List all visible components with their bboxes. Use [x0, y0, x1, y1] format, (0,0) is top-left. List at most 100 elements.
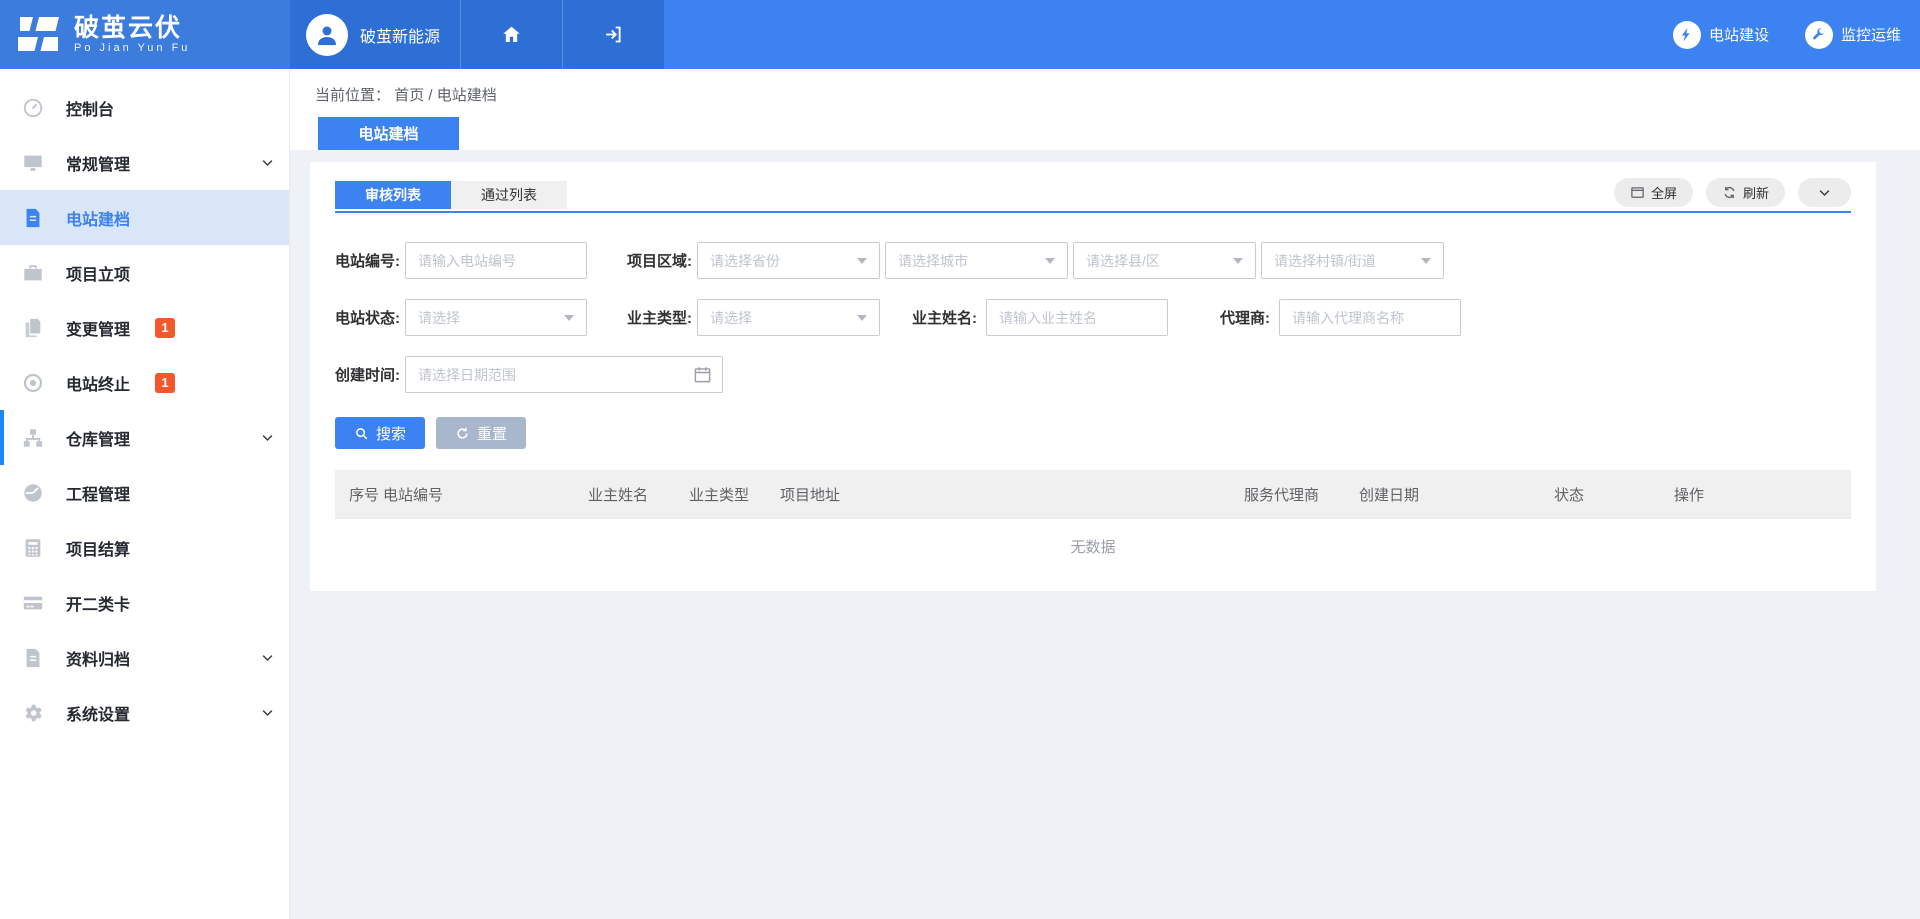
col-project-address: 项目地址 [780, 484, 1244, 505]
search-button[interactable]: 搜索 [335, 417, 425, 449]
owner-name-label: 业主姓名: [912, 307, 986, 328]
sidebar: 控制台 常规管理 电站建档 项目立项 [0, 69, 290, 919]
breadcrumb-home-link[interactable]: 首页 [394, 87, 424, 104]
caret-down-icon [857, 315, 867, 321]
refresh-icon [1722, 185, 1737, 200]
user-icon [314, 22, 340, 48]
caret-down-icon [564, 315, 574, 321]
station-status-select[interactable]: 请选择 [405, 299, 587, 336]
gear-icon [22, 702, 44, 724]
date-range-input[interactable] [405, 356, 723, 393]
avatar [306, 14, 348, 56]
breadcrumb-label: 当前位置： [315, 87, 390, 104]
city-select[interactable]: 请选择城市 [885, 242, 1068, 279]
col-actions: 操作 [1674, 484, 1851, 505]
agent-label: 代理商: [1209, 307, 1279, 328]
calculator-icon [22, 537, 44, 559]
col-index: 序号 [349, 484, 383, 505]
tab-review-list[interactable]: 审核列表 [335, 181, 451, 209]
sidebar-item-project-initiation[interactable]: 项目立项 [0, 245, 289, 300]
region-label: 项目区域: [627, 250, 697, 271]
col-service-agent: 服务代理商 [1244, 484, 1359, 505]
sidebar-item-open-card[interactable]: 开二类卡 [0, 575, 289, 630]
station-no-label: 电站编号: [335, 250, 405, 271]
tab-passed-list[interactable]: 通过列表 [451, 181, 567, 209]
chevron-down-icon [260, 430, 275, 445]
collapse-button[interactable] [1798, 178, 1851, 207]
monitor-icon [22, 152, 44, 174]
home-button[interactable] [460, 0, 562, 69]
nav-monitor-ops[interactable]: 监控运维 [1805, 21, 1901, 49]
nav-station-build[interactable]: 电站建设 [1673, 21, 1769, 49]
user-menu[interactable]: 破茧新能源 [290, 0, 460, 69]
nav-monitor-ops-label: 监控运维 [1841, 24, 1901, 45]
status-badge: 1 [155, 318, 175, 338]
sidebar-item-station-terminate[interactable]: 电站终止 1 [0, 355, 289, 410]
table-header: 序号 电站编号 业主姓名 业主类型 项目地址 服务代理商 创建日期 状态 操作 [335, 470, 1851, 519]
col-owner-name: 业主姓名 [588, 484, 689, 505]
county-select[interactable]: 请选择县/区 [1073, 242, 1256, 279]
status-badge: 1 [155, 373, 175, 393]
sidebar-item-engineering-mgmt[interactable]: 工程管理 [0, 465, 289, 520]
stop-record-icon [22, 372, 44, 394]
chevron-down-icon [1817, 185, 1832, 200]
sidebar-item-station-archive[interactable]: 电站建档 [0, 190, 289, 245]
caret-down-icon [1045, 258, 1055, 264]
sidebar-item-warehouse-mgmt[interactable]: 仓库管理 [0, 410, 289, 465]
brand-title: 破茧云伏 [74, 15, 190, 43]
top-bar: 破茧云伏 Po Jian Yun Fu 破茧新能源 [0, 0, 1920, 69]
owner-type-select[interactable]: 请选择 [697, 299, 880, 336]
caret-down-icon [1233, 258, 1243, 264]
nav-station-build-label: 电站建设 [1709, 24, 1769, 45]
breadcrumb: 当前位置： 首页 / 电站建档 [290, 69, 1920, 117]
chevron-down-icon [260, 155, 275, 170]
gauge-pie-icon [22, 482, 44, 504]
briefcase-icon [22, 262, 44, 284]
dashboard-gauge-icon [22, 97, 44, 119]
page-tab-station-archive[interactable]: 电站建档 [318, 117, 459, 150]
home-icon [501, 24, 522, 45]
lightning-icon [1673, 21, 1701, 49]
user-name: 破茧新能源 [360, 23, 440, 47]
document-icon [22, 207, 44, 229]
sitemap-icon [22, 427, 44, 449]
agent-input[interactable] [1279, 299, 1461, 336]
empty-state: 无数据 [335, 519, 1851, 574]
chevron-down-icon [260, 705, 275, 720]
logout-icon [603, 24, 624, 45]
chevron-down-icon [260, 650, 275, 665]
sidebar-item-data-archive[interactable]: 资料归档 [0, 630, 289, 685]
station-status-label: 电站状态: [335, 307, 405, 328]
fullscreen-icon [1630, 185, 1645, 200]
sidebar-item-dashboard[interactable]: 控制台 [0, 80, 289, 135]
col-status: 状态 [1554, 484, 1674, 505]
province-select[interactable]: 请选择省份 [697, 242, 880, 279]
sidebar-item-project-settlement[interactable]: 项目结算 [0, 520, 289, 575]
breadcrumb-separator: / [428, 87, 432, 104]
brand-subtitle: Po Jian Yun Fu [74, 42, 190, 54]
col-owner-type: 业主类型 [689, 484, 780, 505]
sidebar-item-general-mgmt[interactable]: 常规管理 [0, 135, 289, 190]
search-icon [354, 426, 369, 441]
owner-type-label: 业主类型: [627, 307, 697, 328]
main-panel: 审核列表 通过列表 全屏 刷新 [310, 162, 1876, 591]
col-created-date: 创建日期 [1359, 484, 1554, 505]
caret-down-icon [857, 258, 867, 264]
fullscreen-button[interactable]: 全屏 [1614, 178, 1693, 207]
logout-button[interactable] [562, 0, 664, 69]
caret-down-icon [1421, 258, 1431, 264]
copy-pages-icon [22, 317, 44, 339]
owner-name-input[interactable] [986, 299, 1168, 336]
brand-logo-icon [14, 13, 62, 57]
reset-button[interactable]: 重置 [436, 417, 526, 449]
town-select[interactable]: 请选择村镇/街道 [1261, 242, 1444, 279]
bank-card-icon [22, 592, 44, 614]
brand-logo: 破茧云伏 Po Jian Yun Fu [0, 0, 290, 69]
col-station-no: 电站编号 [383, 484, 588, 505]
sidebar-item-system-settings[interactable]: 系统设置 [0, 685, 289, 740]
refresh-button[interactable]: 刷新 [1706, 178, 1785, 207]
station-no-input[interactable] [405, 242, 587, 279]
rotate-reset-icon [455, 426, 470, 441]
sidebar-item-change-mgmt[interactable]: 变更管理 1 [0, 300, 289, 355]
breadcrumb-current: 电站建档 [437, 87, 497, 104]
